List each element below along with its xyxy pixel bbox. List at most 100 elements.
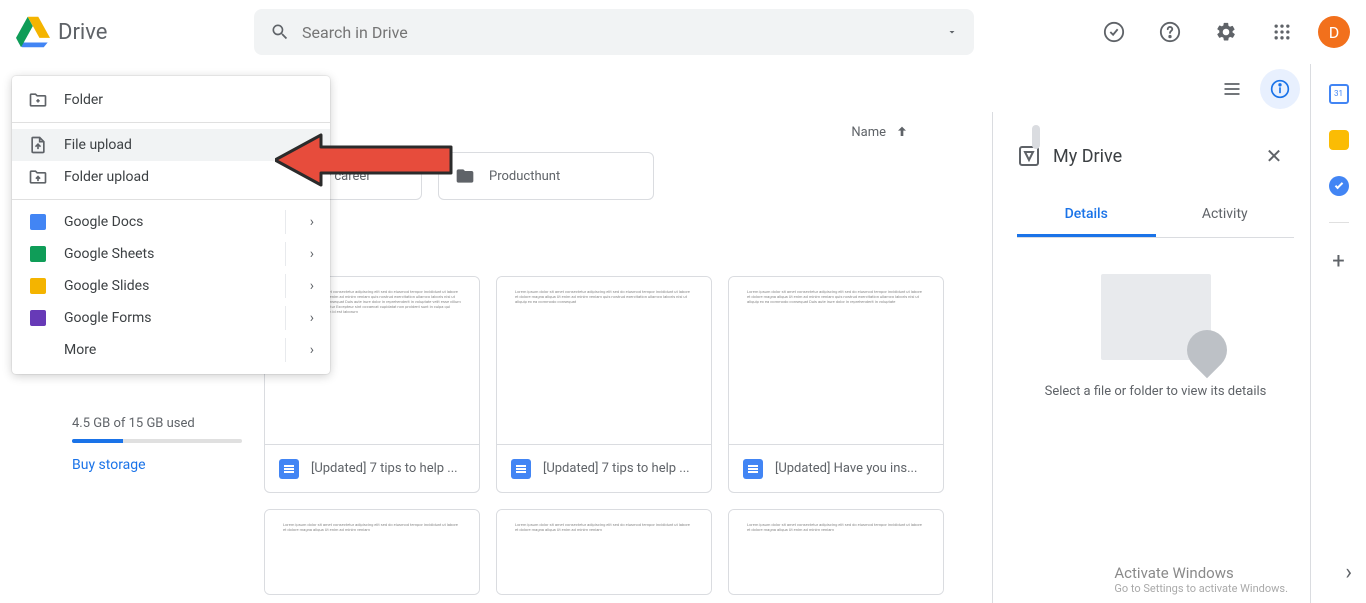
chevron-right-icon: › [310, 214, 314, 230]
watermark-title: Activate Windows [1114, 564, 1233, 582]
file-preview: Lorem ipsum dolor sit amet consectetur a… [497, 510, 711, 594]
menu-item-folder[interactable]: Folder [12, 84, 330, 116]
folder-icon [455, 166, 475, 186]
menu-separator [12, 122, 330, 123]
settings-icon[interactable] [1206, 12, 1246, 52]
menu-item-google-slides[interactable]: Google Slides › [12, 270, 330, 302]
folder-label: Producthunt [489, 169, 560, 184]
folder-upload-icon [28, 167, 48, 187]
file-preview: Lorem ipsum dolor sit amet consectetur a… [729, 510, 943, 594]
file-preview: Lorem ipsum dolor sit amet consectetur a… [497, 277, 711, 444]
file-preview: Lorem ipsum dolor sit amet consectetur a… [729, 277, 943, 444]
menu-item-google-sheets[interactable]: Google Sheets › [12, 238, 330, 270]
tab-activity[interactable]: Activity [1156, 194, 1295, 237]
file-card[interactable]: Lorem ipsum dolor sit amet consectetur a… [496, 509, 712, 595]
arrow-annotation [275, 133, 455, 187]
collapse-rail-button[interactable]: › [1345, 560, 1352, 585]
menu-label: Google Forms [64, 310, 152, 326]
info-button[interactable] [1260, 69, 1300, 109]
menu-label: Google Docs [64, 214, 143, 230]
details-panel: My Drive ✕ Details Activity Select a fil… [992, 112, 1310, 603]
forms-icon [28, 308, 48, 328]
search-input[interactable] [302, 23, 934, 42]
sheets-icon [28, 244, 48, 264]
keep-icon[interactable] [1329, 130, 1349, 150]
folder-card[interactable]: Producthunt [438, 152, 654, 200]
file-card[interactable]: Lorem ipsum dolor sit amet consectetur a… [264, 509, 480, 595]
app-title: Drive [58, 20, 107, 45]
new-menu: Folder File upload Folder upload Google … [12, 76, 330, 374]
details-header: My Drive ✕ [1017, 136, 1294, 176]
details-hint: Select a file or folder to view its deta… [1017, 384, 1294, 399]
file-row: Lorem ipsum dolor sit amet consectetur a… [264, 276, 984, 493]
offline-ready-icon[interactable] [1094, 12, 1134, 52]
tab-details[interactable]: Details [1017, 194, 1156, 237]
menu-label: More [64, 342, 96, 358]
scrollbar-thumb[interactable] [1032, 125, 1040, 149]
details-body: Select a file or folder to view its deta… [1017, 238, 1294, 399]
menu-item-more[interactable]: More › [12, 334, 330, 366]
search-box[interactable] [254, 9, 974, 55]
details-title: My Drive [1053, 146, 1122, 167]
file-row: Lorem ipsum dolor sit amet consectetur a… [264, 509, 984, 595]
menu-label: File upload [64, 137, 132, 153]
docs-icon [279, 459, 299, 479]
file-card[interactable]: Lorem ipsum dolor sit amet consectetur a… [496, 276, 712, 493]
menu-item-google-forms[interactable]: Google Forms › [12, 302, 330, 334]
placeholder-image [1101, 274, 1211, 360]
rail-divider [1329, 222, 1349, 223]
docs-icon [28, 212, 48, 232]
file-footer: [Updated] 7 tips to help ... [497, 444, 711, 492]
logo-area[interactable]: Drive [16, 15, 254, 49]
watermark-sub: Go to Settings to activate Windows. [1114, 582, 1288, 595]
avatar-letter: D [1329, 23, 1340, 42]
chevron-right-icon: › [310, 246, 314, 262]
name-column-header[interactable]: Name [851, 124, 960, 140]
list-view-button[interactable] [1212, 69, 1252, 109]
dropdown-icon[interactable] [946, 26, 958, 38]
storage-bar [72, 439, 242, 443]
file-name: [Updated] Have you ins... [775, 461, 917, 476]
docs-icon [511, 459, 531, 479]
tasks-icon[interactable] [1329, 176, 1349, 196]
file-card[interactable]: Lorem ipsum dolor sit amet consectetur a… [728, 509, 944, 595]
header-icons: D [1094, 12, 1350, 52]
blank-icon [28, 340, 48, 360]
file-footer: [Updated] Have you ins... [729, 444, 943, 492]
sort-arrow-up-icon [894, 124, 910, 140]
avatar[interactable]: D [1318, 16, 1350, 48]
name-column-label: Name [851, 125, 886, 140]
add-addon-button[interactable]: + [1332, 249, 1344, 274]
menu-separator [12, 199, 330, 200]
file-upload-icon [28, 135, 48, 155]
drive-logo-icon [16, 15, 50, 49]
chevron-right-icon: › [310, 342, 314, 358]
file-footer: [Updated] 7 tips to help ... [265, 444, 479, 492]
menu-label: Google Slides [64, 278, 149, 294]
buy-storage-link[interactable]: Buy storage [72, 457, 242, 473]
folder-plus-icon [28, 90, 48, 110]
file-name: [Updated] 7 tips to help ... [311, 461, 458, 476]
menu-label: Folder [64, 92, 103, 108]
docs-icon [743, 459, 763, 479]
menu-item-google-docs[interactable]: Google Docs › [12, 206, 330, 238]
file-card[interactable]: Lorem ipsum dolor sit amet consectetur a… [728, 276, 944, 493]
file-name: [Updated] 7 tips to help ... [543, 461, 690, 476]
header: Drive D [0, 0, 1366, 64]
file-preview: Lorem ipsum dolor sit amet consectetur a… [265, 510, 479, 594]
slides-icon [28, 276, 48, 296]
chevron-right-icon: › [310, 310, 314, 326]
storage-section: 4.5 GB of 15 GB used Buy storage [72, 416, 242, 473]
close-button[interactable]: ✕ [1254, 136, 1294, 176]
apps-icon[interactable] [1262, 12, 1302, 52]
details-tabs: Details Activity [1017, 194, 1294, 238]
help-icon[interactable] [1150, 12, 1190, 52]
right-rail: 31 + › [1310, 64, 1366, 603]
search-icon [270, 22, 290, 42]
search-area [254, 9, 974, 55]
chevron-right-icon: › [310, 278, 314, 294]
calendar-icon[interactable]: 31 [1329, 84, 1349, 104]
menu-label: Folder upload [64, 169, 149, 185]
menu-label: Google Sheets [64, 246, 154, 262]
storage-text: 4.5 GB of 15 GB used [72, 416, 242, 431]
